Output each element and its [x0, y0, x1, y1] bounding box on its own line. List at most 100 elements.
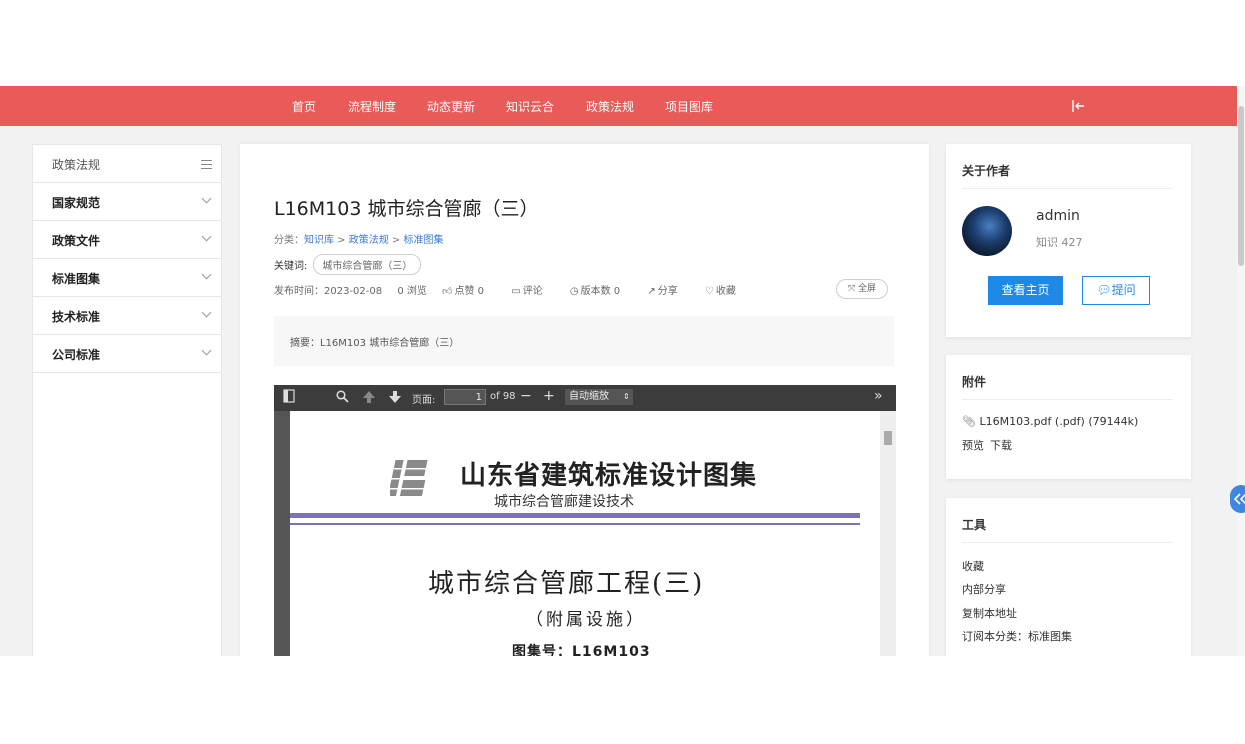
article-panel: L16M103 城市综合管廊（三） 分类：知识库 > 政策法规 > 标准图集 关…: [240, 144, 929, 656]
like-label: 点赞 0: [454, 286, 485, 297]
comment-label: 评论: [522, 286, 543, 297]
nav-process-rules[interactable]: 流程制度: [348, 98, 396, 115]
share-button[interactable]: ↗ 分享: [647, 286, 689, 297]
pdf-page: 山东省建筑标准设计图集 城市综合管廊建设技术 城市综合管廊工程(三) （附属设施…: [290, 411, 880, 656]
sidebar-item-policy-docs[interactable]: 政策文件: [33, 221, 221, 259]
divider: [962, 542, 1173, 543]
preview-link[interactable]: 预览: [962, 439, 984, 452]
doc-atlas-number: 图集号：L16M103: [512, 644, 651, 656]
search-icon[interactable]: [336, 390, 349, 406]
like-button[interactable]: 👍︎ 点赞 0: [442, 286, 496, 297]
doc-subtitle: （附属设施）: [526, 610, 646, 630]
zoom-in-icon[interactable]: +: [543, 388, 555, 404]
keywords-row: 关键词: 城市综合管廊（三）: [274, 254, 422, 275]
sidebar-toggle-icon[interactable]: [283, 389, 295, 406]
breadcrumb-label: 分类：: [274, 235, 304, 246]
page-scrollbar[interactable]: [1237, 86, 1245, 656]
floating-action-button[interactable]: [1230, 485, 1245, 513]
doc-divider: [290, 513, 860, 518]
breadcrumb-standard-atlas[interactable]: 标准图集: [404, 235, 444, 246]
breadcrumb-separator: >: [388, 235, 404, 246]
previous-page-icon[interactable]: [362, 390, 376, 407]
breadcrumb-policy[interactable]: 政策法规: [349, 235, 389, 246]
article-title: L16M103 城市综合管廊（三）: [274, 198, 539, 220]
divider: [962, 188, 1173, 189]
keyword-tag[interactable]: 城市综合管廊（三）: [313, 254, 422, 275]
logout-icon[interactable]: [1070, 98, 1086, 114]
menu-icon[interactable]: [201, 160, 212, 172]
sidebar-item-label: 标准图集: [52, 272, 101, 286]
sidebar-item-company-standards[interactable]: 公司标准: [33, 335, 221, 373]
author-card-title: 关于作者: [962, 164, 1011, 178]
clock-icon: ◷: [569, 286, 579, 297]
nav-project-gallery[interactable]: 项目图库: [665, 98, 713, 115]
attachment-card: 附件 📎︎ L16M103.pdf (.pdf) (79144k) 预览 下载: [946, 355, 1191, 479]
next-page-icon[interactable]: [388, 390, 402, 407]
tool-subscribe-category[interactable]: 订阅本分类：标准图集: [962, 628, 1072, 644]
tools-card: 工具 收藏 内部分享 复制本地址 订阅本分类：标准图集: [946, 498, 1191, 656]
breadcrumb: 分类：知识库 > 政策法规 > 标准图集: [274, 231, 444, 246]
chat-bubble-icon: 💬︎: [1096, 283, 1112, 297]
tool-favorite[interactable]: 收藏: [962, 558, 984, 574]
publisher-logo: [390, 460, 436, 496]
nav-home[interactable]: 首页: [292, 98, 316, 115]
breadcrumb-knowledge-base[interactable]: 知识库: [304, 235, 334, 246]
share-label: 分享: [657, 286, 678, 297]
select-arrows-icon: ⇕: [623, 392, 630, 401]
page-number-input[interactable]: [444, 389, 486, 405]
app-area: 首页 流程制度 动态更新 知识云合 政策法规 项目图库 政策法规 国家规范 政策…: [0, 86, 1245, 656]
page-label: 页面:: [412, 395, 436, 406]
view-homepage-button[interactable]: 查看主页: [988, 276, 1063, 305]
page-total: of 98: [490, 391, 516, 402]
ask-question-button[interactable]: 💬︎提问: [1082, 276, 1150, 305]
comment-icon: ▭: [511, 286, 521, 297]
favorite-label: 收藏: [715, 286, 736, 297]
sidebar-item-standard-atlas[interactable]: 标准图集: [33, 259, 221, 297]
expand-icon: ⤧: [847, 284, 856, 294]
chevron-down-icon: [201, 231, 212, 242]
zoom-out-icon[interactable]: −: [520, 388, 532, 404]
sidebar-item-tech-standards[interactable]: 技术标准: [33, 297, 221, 335]
doc-title: 城市综合管廊工程(三): [428, 569, 705, 599]
top-navigation-bar: 首页 流程制度 动态更新 知识云合 政策法规 项目图库: [0, 86, 1237, 126]
fullscreen-button[interactable]: ⤧ 全屏: [836, 279, 888, 299]
publish-date: 发布时间：2023-02-08: [274, 286, 383, 297]
zoom-value: 自动缩放: [569, 391, 609, 402]
attachment-card-title: 附件: [962, 375, 987, 389]
chevron-down-icon: [201, 269, 212, 280]
avatar[interactable]: [962, 206, 1012, 256]
abstract-box: 摘要：L16M103 城市综合管廊（三）: [274, 316, 894, 366]
chevron-down-icon: [201, 345, 212, 356]
abstract-text: 摘要：L16M103 城市综合管廊（三）: [290, 338, 460, 349]
sidebar-item-label: 政策文件: [52, 234, 101, 248]
chevron-left-icon: [1234, 493, 1245, 505]
pdf-scrollbar[interactable]: [880, 411, 896, 656]
sidebar-item-national-codes[interactable]: 国家规范: [33, 183, 221, 221]
sidebar-title: 政策法规: [52, 158, 101, 172]
version-label: 版本数 0: [580, 286, 621, 297]
attachment-file[interactable]: 📎︎ L16M103.pdf (.pdf) (79144k): [962, 415, 1138, 428]
pdf-toolbar: 页面: of 98 − + 自动缩放 ⇕ »: [274, 385, 896, 411]
chevron-down-icon: [201, 307, 212, 318]
author-knowledge-count: 知识 427: [1036, 236, 1083, 249]
version-count[interactable]: ◷ 版本数 0: [570, 286, 632, 297]
pdf-scrollbar-thumb[interactable]: [884, 431, 892, 445]
doc-divider: [290, 523, 860, 525]
favorite-button[interactable]: ♡ 收藏: [705, 286, 748, 297]
comment-button[interactable]: ▭ 评论: [511, 286, 554, 297]
fullscreen-label: 全屏: [858, 284, 877, 294]
article-meta: 发布时间：2023-02-08 0 浏览 👍︎ 点赞 0 ▭ 评论 ◷ 版本数 0 ↗…: [274, 282, 760, 297]
nav-policy[interactable]: 政策法规: [586, 98, 634, 115]
zoom-select[interactable]: 自动缩放 ⇕: [565, 389, 633, 405]
nav-updates[interactable]: 动态更新: [427, 98, 475, 115]
page-scrollbar-thumb[interactable]: [1238, 106, 1244, 266]
paperclip-icon: 📎︎: [962, 415, 976, 428]
download-link[interactable]: 下载: [990, 439, 1012, 452]
author-name[interactable]: admin: [1036, 208, 1080, 224]
tool-internal-share[interactable]: 内部分享: [962, 581, 1006, 597]
tool-copy-address[interactable]: 复制本地址: [962, 605, 1017, 621]
chevron-down-icon: [201, 193, 212, 204]
breadcrumb-separator: >: [334, 235, 349, 246]
tools-menu-icon[interactable]: »: [874, 388, 883, 404]
nav-knowledge-cloud[interactable]: 知识云合: [506, 98, 554, 115]
